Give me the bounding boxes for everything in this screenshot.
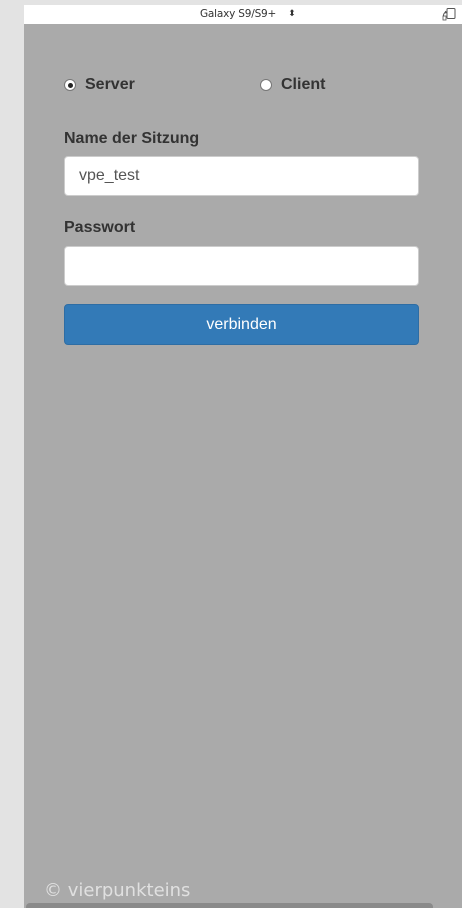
server-radio-label: Server: [85, 76, 135, 93]
mode-radio-group: Server Client: [24, 76, 462, 96]
password-label: Passwort: [64, 219, 136, 236]
dropdown-arrows-icon: ⬍: [288, 8, 296, 19]
client-radio-option[interactable]: Client: [260, 76, 325, 94]
session-name-label: Name der Sitzung: [64, 130, 200, 147]
app-screen: Server Client Name der Sitzung Passwort …: [24, 24, 462, 908]
device-name: Galaxy S9/S9+: [200, 8, 277, 20]
server-radio-option[interactable]: Server: [64, 76, 135, 94]
client-radio-label: Client: [281, 76, 326, 93]
copyright-footer: © vierpunkteins: [44, 880, 191, 901]
session-name-input[interactable]: [64, 156, 419, 196]
device-toolbar: Galaxy S9/S9+ ⬍: [24, 5, 462, 24]
connect-button[interactable]: verbinden: [64, 304, 419, 345]
bottom-scrollbar[interactable]: [26, 903, 433, 908]
server-radio-button[interactable]: [64, 79, 76, 91]
password-input[interactable]: [64, 246, 419, 286]
rotate-icon[interactable]: [442, 7, 458, 21]
client-radio-button[interactable]: [260, 79, 272, 91]
device-selector[interactable]: Galaxy S9/S9+ ⬍: [200, 8, 296, 20]
